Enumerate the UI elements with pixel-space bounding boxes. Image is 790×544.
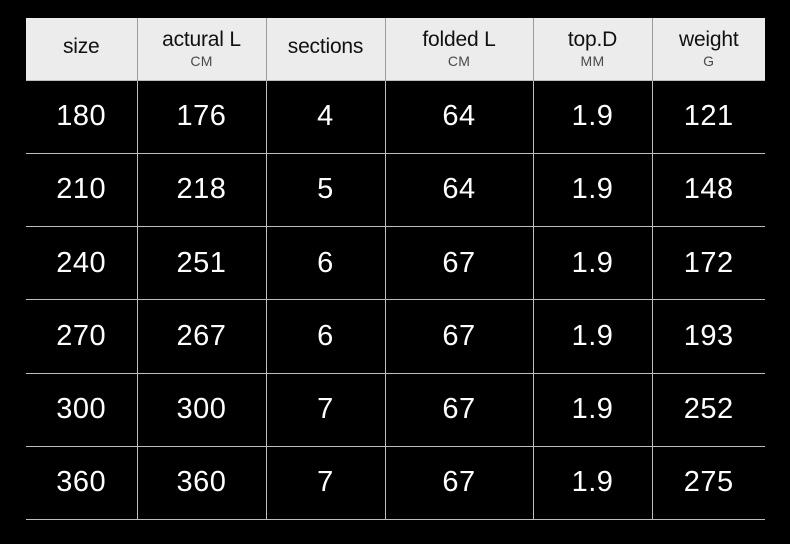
column-header-sections: sections: [266, 18, 386, 80]
column-header-actural-length-unit: CM: [190, 52, 213, 69]
cell-folded-length: 64: [385, 79, 534, 154]
column-header-folded-length-unit: CM: [447, 52, 471, 69]
cell-top-diameter: 1.9: [533, 445, 653, 521]
cell-size: 210: [26, 152, 138, 227]
cell-sections: 5: [266, 152, 386, 227]
cell-sections: 4: [266, 79, 386, 154]
column-header-actural-length-label: actural L: [162, 27, 241, 51]
cell-size: 270: [26, 299, 138, 373]
cell-top-diameter: 1.9: [533, 299, 653, 373]
cell-folded-length: 67: [385, 299, 534, 373]
cell-weight: 252: [652, 372, 765, 447]
cell-actural-length: 176: [137, 79, 267, 154]
cell-size: 300: [26, 372, 138, 447]
column-header-weight: weight G: [652, 18, 765, 80]
column-header-weight-label: weight: [678, 27, 739, 51]
table-body: 180 176 4 64 1.9 121 210 218 5 64 1.9 14…: [26, 79, 765, 521]
cell-top-diameter: 1.9: [533, 152, 653, 227]
cell-folded-length: 67: [385, 372, 534, 447]
cell-weight: 148: [652, 152, 765, 227]
column-header-size-label: size: [62, 35, 100, 59]
cell-actural-length: 300: [137, 372, 267, 447]
cell-size: 360: [26, 445, 138, 521]
cell-sections: 7: [266, 372, 386, 447]
column-header-top-diameter-unit: MM: [580, 52, 605, 69]
column-header-sections-label: sections: [287, 35, 364, 59]
column-header-folded-length-label: folded L: [422, 27, 496, 51]
column-header-size: size: [26, 18, 138, 80]
specification-table: size actural L CM sections folded L CM t…: [26, 18, 765, 521]
table-row: 300 300 7 67 1.9 252: [26, 372, 765, 447]
cell-top-diameter: 1.9: [533, 79, 653, 154]
table-header-row: size actural L CM sections folded L CM t…: [26, 18, 765, 80]
cell-actural-length: 251: [137, 225, 267, 300]
cell-weight: 193: [652, 299, 765, 373]
column-header-weight-unit: G: [703, 52, 715, 69]
table-row: 210 218 5 64 1.9 148: [26, 152, 765, 227]
cell-actural-length: 267: [137, 299, 267, 373]
table-row: 240 251 6 67 1.9 172: [26, 225, 765, 300]
specification-table-container: size actural L CM sections folded L CM t…: [26, 18, 765, 521]
table-header: size actural L CM sections folded L CM t…: [26, 18, 765, 80]
cell-weight: 121: [652, 79, 765, 154]
cell-top-diameter: 1.9: [533, 372, 653, 447]
cell-sections: 6: [266, 225, 386, 300]
cell-folded-length: 67: [385, 225, 534, 300]
cell-top-diameter: 1.9: [533, 225, 653, 300]
cell-actural-length: 360: [137, 445, 267, 521]
cell-sections: 6: [266, 299, 386, 373]
column-header-top-diameter: top.D MM: [533, 18, 653, 80]
cell-actural-length: 218: [137, 152, 267, 227]
cell-size: 240: [26, 225, 138, 300]
cell-size: 180: [26, 79, 138, 154]
column-header-folded-length: folded L CM: [385, 18, 534, 80]
column-header-actural-length: actural L CM: [137, 18, 267, 80]
cell-folded-length: 67: [385, 445, 534, 521]
table-row: 270 267 6 67 1.9 193: [26, 299, 765, 373]
cell-weight: 172: [652, 225, 765, 300]
cell-weight: 275: [652, 445, 765, 521]
cell-folded-length: 64: [385, 152, 534, 227]
column-header-top-diameter-label: top.D: [567, 27, 618, 51]
cell-sections: 7: [266, 445, 386, 521]
table-row: 360 360 7 67 1.9 275: [26, 445, 765, 521]
table-row: 180 176 4 64 1.9 121: [26, 79, 765, 154]
